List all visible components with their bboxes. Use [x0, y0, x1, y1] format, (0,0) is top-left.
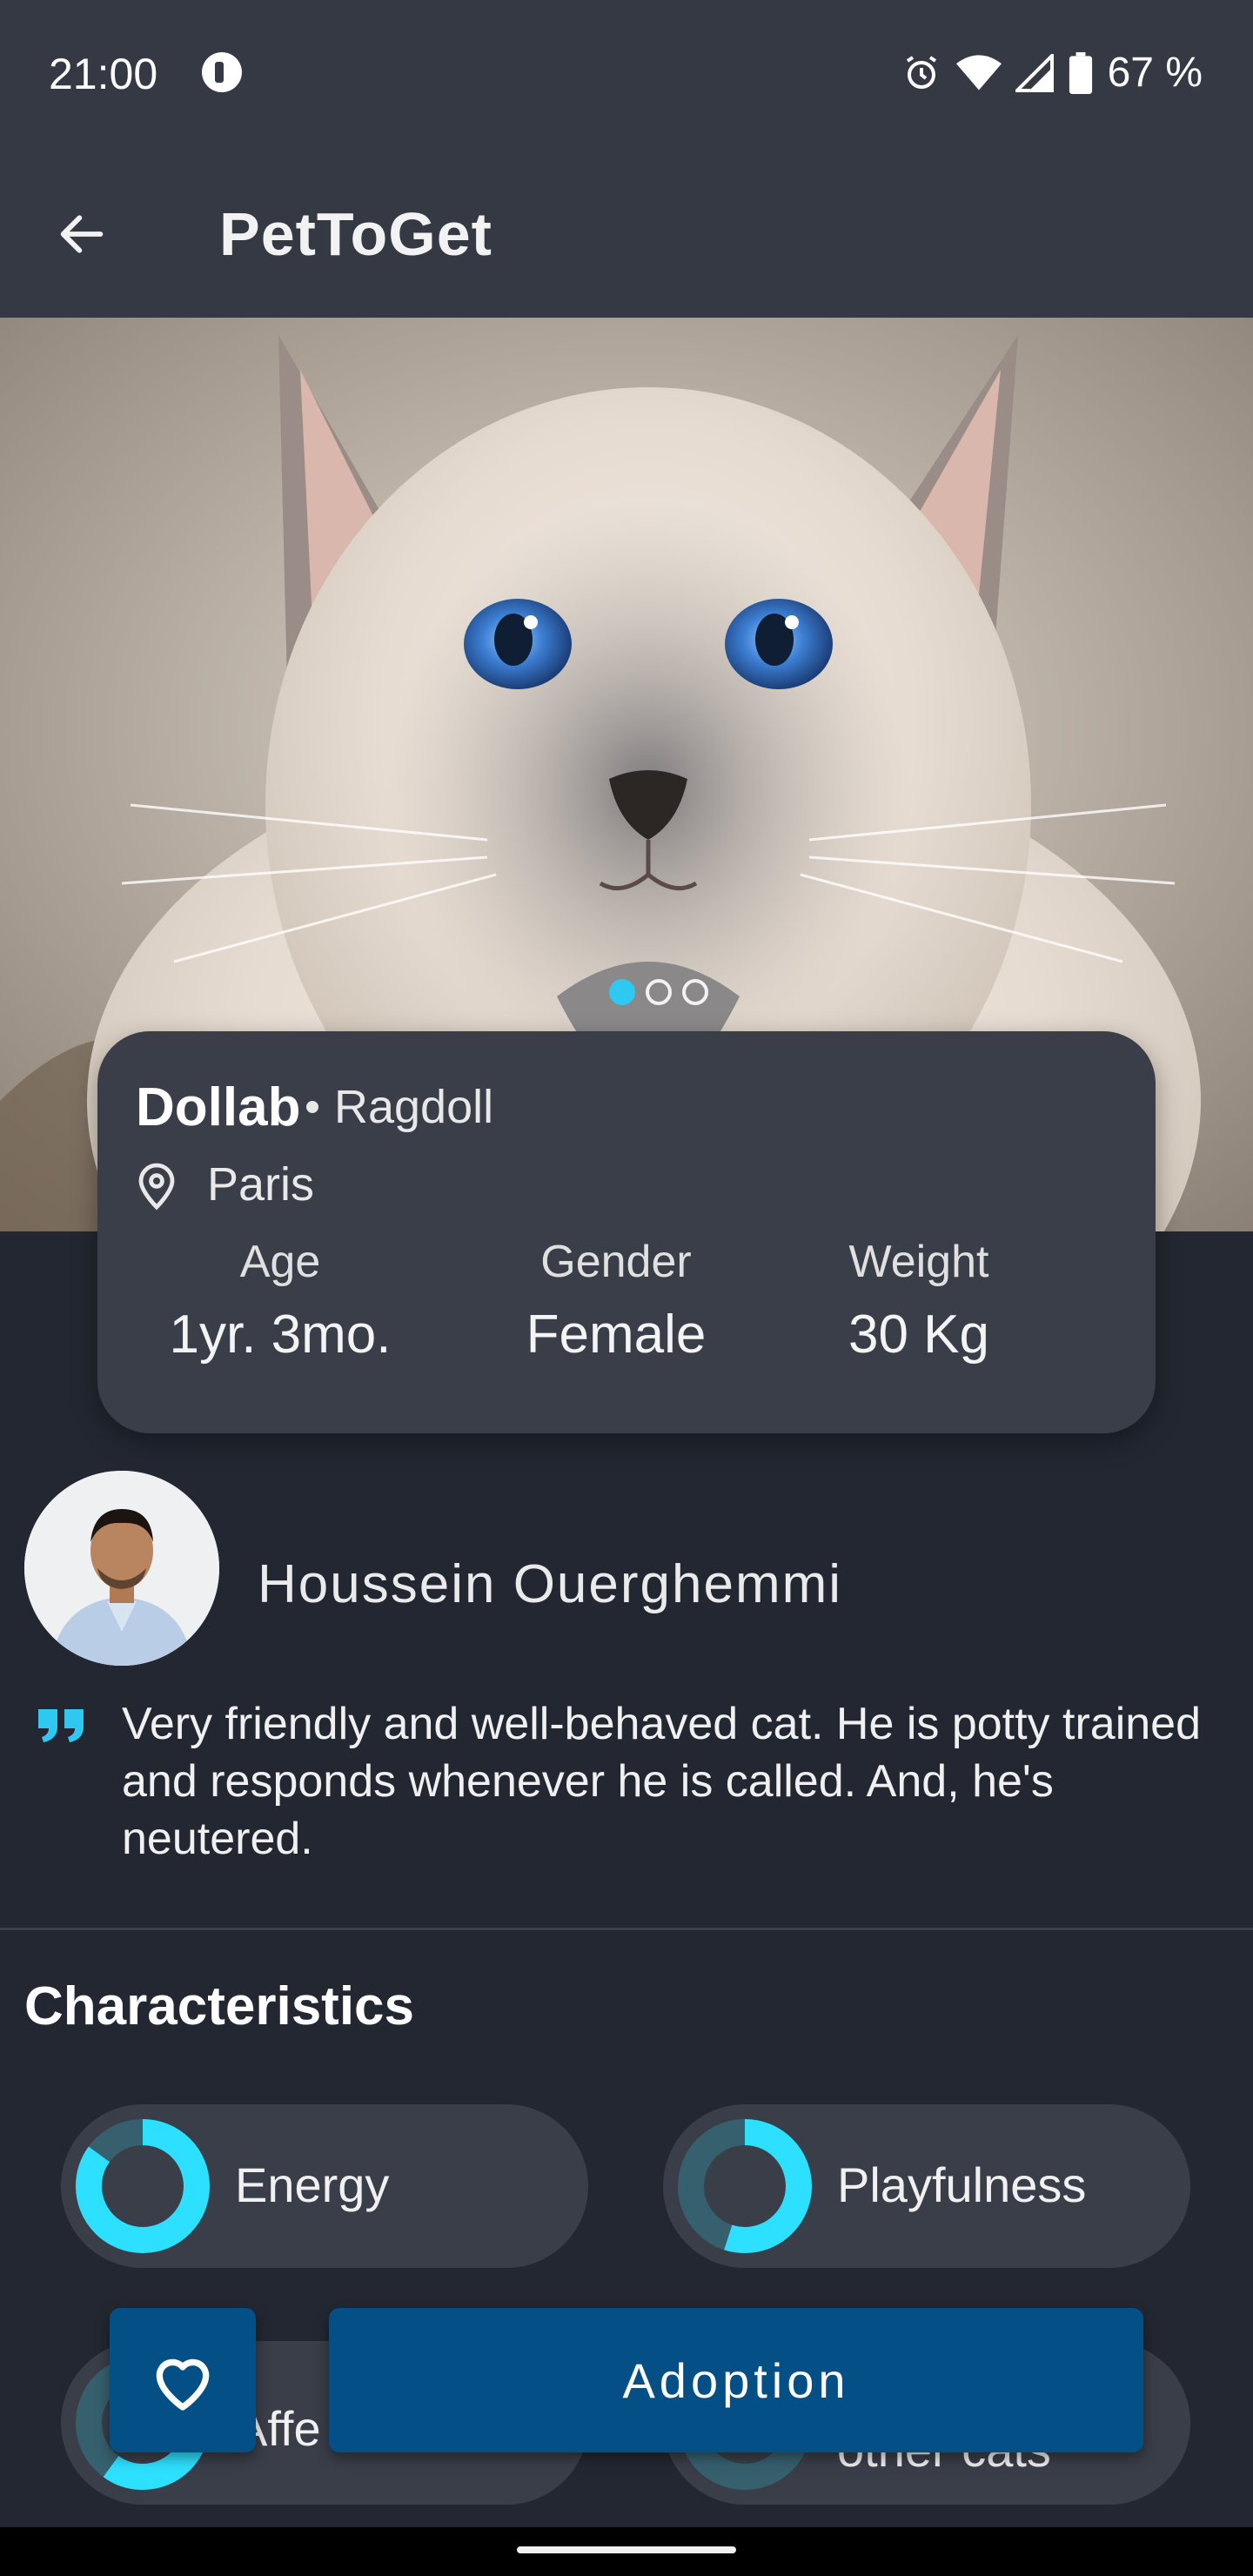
app-bar: PetToGet — [0, 152, 1253, 318]
separator-dot — [306, 1101, 318, 1113]
system-nav-bar — [0, 2527, 1253, 2576]
owner-name[interactable]: Houssein Ouerghemmi — [258, 1553, 842, 1615]
favorite-button[interactable] — [110, 2308, 256, 2452]
owner-avatar[interactable] — [24, 1471, 219, 1666]
characteristic-label: Playfulness — [837, 2157, 1087, 2212]
heart-icon — [156, 2358, 210, 2411]
location-pin-icon — [138, 1163, 175, 1211]
pause-circle-icon — [202, 52, 242, 92]
status-right: 67 % — [901, 49, 1203, 97]
gallery-dot[interactable] — [609, 979, 635, 1005]
wifi-icon — [955, 54, 1002, 90]
characteristics-title: Characteristics — [24, 1976, 415, 2036]
status-bar: 21:00 67 % — [0, 0, 1253, 152]
battery-icon — [1069, 51, 1092, 94]
pet-location: Paris — [207, 1158, 315, 1211]
stat-weight: Weight 30 Kg — [780, 1236, 1058, 1365]
battery-percentage: 67 % — [1107, 50, 1203, 96]
pet-name: Dollab — [136, 1077, 301, 1137]
level-ring — [76, 2119, 210, 2253]
stat-age: Age 1yr. 3mo. — [141, 1236, 419, 1365]
alarm-icon — [906, 55, 936, 89]
pet-description: Very friendly and well-behaved cat. He i… — [122, 1699, 1202, 1864]
stat-label: Age — [239, 1237, 321, 1287]
characteristic-chip[interactable]: Energy — [61, 2104, 588, 2268]
status-time: 21:00 — [49, 50, 158, 98]
characteristic-chip[interactable]: Playfulness — [663, 2104, 1190, 2268]
stat-gender: Gender Female — [477, 1236, 755, 1365]
arrow-left-icon[interactable] — [54, 206, 110, 262]
stat-value: Female — [526, 1305, 707, 1365]
level-ring — [678, 2119, 812, 2253]
app-title: PetToGet — [219, 200, 492, 268]
owner-photo — [24, 1471, 219, 1666]
pet-info-card: Dollab Ragdoll Paris Age 1yr. 3mo. Gende… — [97, 1031, 1156, 1433]
gallery-dot[interactable] — [646, 979, 672, 1005]
pet-breed: Ragdoll — [334, 1081, 494, 1133]
gallery-indicator — [609, 979, 708, 1005]
quote-icon — [38, 1709, 84, 1742]
stat-value: 30 Kg — [848, 1305, 990, 1365]
stat-label: Weight — [848, 1237, 989, 1287]
divider — [0, 1928, 1253, 1930]
stat-label: Gender — [540, 1237, 692, 1287]
stat-value: 1yr. 3mo. — [169, 1305, 392, 1365]
gallery-dot[interactable] — [682, 979, 708, 1005]
characteristic-label: Energy — [235, 2157, 390, 2212]
signal-icon — [1015, 53, 1054, 92]
home-handle[interactable] — [517, 2546, 736, 2553]
adoption-button[interactable]: Adoption — [329, 2308, 1143, 2452]
